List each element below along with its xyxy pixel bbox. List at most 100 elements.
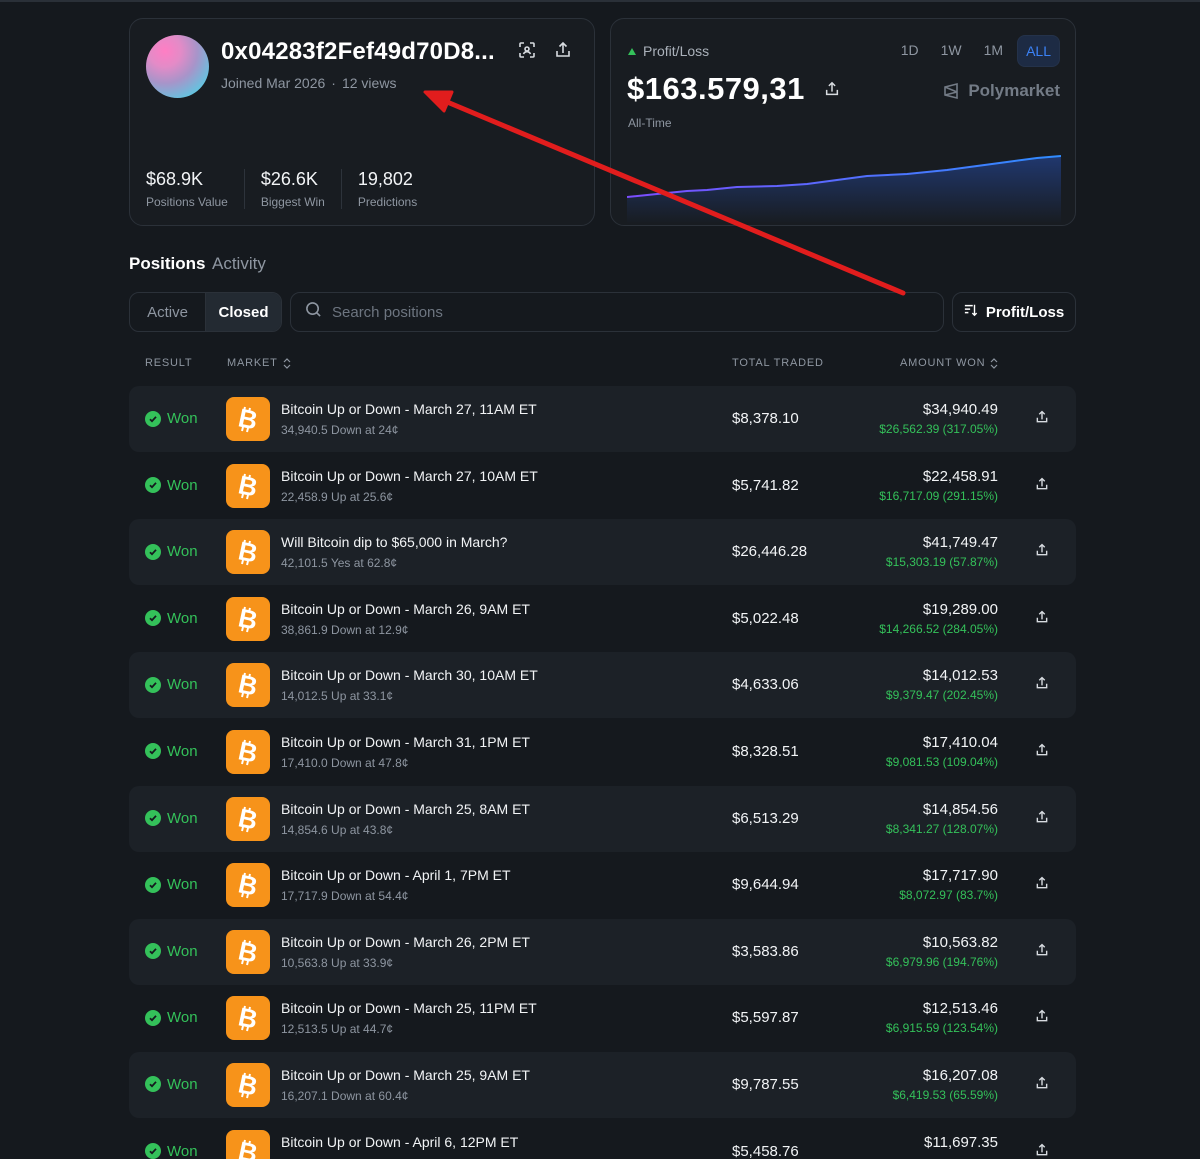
profit-amount: $9,081.53 (109.04%) bbox=[885, 754, 998, 769]
table-row[interactable]: Won B Bitcoin Up or Down - April 1, 7PM ET… bbox=[129, 852, 1076, 918]
total-traded: $9,644.94 bbox=[732, 876, 799, 894]
header-market[interactable]: MARKET bbox=[227, 357, 291, 369]
share-icon[interactable] bbox=[1035, 1009, 1053, 1027]
profit-amount: $6,419.53 (65.59%) bbox=[892, 1087, 998, 1102]
total-traded: $5,022.48 bbox=[732, 609, 799, 627]
share-icon[interactable] bbox=[1035, 1143, 1053, 1159]
sort-icon bbox=[964, 303, 978, 321]
table-row[interactable]: Won B Bitcoin Up or Down - March 27, 10AM … bbox=[129, 453, 1076, 519]
table-row[interactable]: Won B Bitcoin Up or Down - April 6, 12PM E… bbox=[129, 1119, 1076, 1159]
profit-loss-chart bbox=[627, 155, 1061, 224]
table-row[interactable]: Won B Bitcoin Up or Down - March 26, 2PM E… bbox=[129, 918, 1076, 985]
result-label: Won bbox=[167, 1142, 198, 1159]
search-icon bbox=[305, 301, 322, 323]
header-result-label: RESULT bbox=[145, 357, 193, 369]
range-all[interactable]: ALL bbox=[1017, 35, 1060, 67]
total-traded: $26,446.28 bbox=[732, 543, 808, 561]
filter-active[interactable]: Active bbox=[130, 293, 205, 331]
profit-amount: $9,379.47 (202.45%) bbox=[885, 688, 998, 703]
market-title[interactable]: Bitcoin Up or Down - March 25, 9AM ET bbox=[281, 1067, 530, 1083]
check-circle-icon bbox=[145, 477, 161, 494]
market-title[interactable]: Bitcoin Up or Down - March 25, 8AM ET bbox=[281, 801, 530, 817]
table-row[interactable]: Won B Bitcoin Up or Down - March 25, 8AM E… bbox=[129, 785, 1076, 852]
market-title[interactable]: Bitcoin Up or Down - March 31, 1PM ET bbox=[281, 734, 530, 750]
market-title[interactable]: Bitcoin Up or Down - April 1, 7PM ET bbox=[281, 867, 511, 883]
search-input[interactable] bbox=[332, 303, 892, 321]
share-icon[interactable] bbox=[554, 41, 574, 61]
market-title[interactable]: Bitcoin Up or Down - March 25, 11PM ET bbox=[281, 1000, 537, 1016]
result-label: Won bbox=[167, 809, 198, 827]
tab-positions[interactable]: Positions bbox=[129, 254, 206, 274]
check-circle-icon bbox=[145, 1009, 161, 1026]
table-row[interactable]: Won B Bitcoin Up or Down - March 31, 1PM E… bbox=[129, 719, 1076, 785]
header-amount-won[interactable]: AMOUNT WON bbox=[900, 357, 998, 369]
market-title[interactable]: Bitcoin Up or Down - April 6, 12PM ET bbox=[281, 1134, 518, 1150]
market-position: 42,101.5 Yes at 62.8¢ bbox=[281, 556, 398, 571]
table-row[interactable]: Won B Bitcoin Up or Down - March 30, 10AM … bbox=[129, 652, 1076, 719]
sort-profit-loss-button[interactable]: Profit/Loss bbox=[952, 292, 1076, 332]
share-icon[interactable] bbox=[1035, 1076, 1053, 1094]
amount-won: $16,207.08 bbox=[922, 1066, 998, 1084]
range-1d[interactable]: 1D bbox=[893, 35, 927, 67]
bitcoin-icon: B bbox=[226, 596, 270, 641]
market-title[interactable]: Will Bitcoin dip to $65,000 in March? bbox=[281, 534, 507, 550]
market-title[interactable]: Bitcoin Up or Down - March 26, 9AM ET bbox=[281, 601, 530, 617]
range-1m[interactable]: 1M bbox=[976, 35, 1011, 67]
sort-arrows-icon bbox=[283, 357, 291, 369]
share-icon[interactable] bbox=[1035, 810, 1053, 828]
polymarket-label: Polymarket bbox=[968, 81, 1060, 100]
avatar bbox=[146, 35, 209, 98]
result-badge: Won bbox=[145, 676, 198, 693]
amount-won: $17,717.90 bbox=[922, 867, 998, 885]
amount-won: $10,563.82 bbox=[922, 933, 998, 951]
range-1w[interactable]: 1W bbox=[933, 35, 970, 67]
share-icon[interactable] bbox=[1035, 610, 1053, 628]
market-title[interactable]: Bitcoin Up or Down - March 27, 11AM ET bbox=[281, 401, 537, 417]
share-icon[interactable] bbox=[1035, 943, 1053, 961]
bitcoin-icon: B bbox=[226, 463, 270, 508]
share-icon[interactable] bbox=[824, 81, 844, 101]
market-title[interactable]: Bitcoin Up or Down - March 30, 10AM ET bbox=[281, 667, 538, 683]
table-row[interactable]: Won B Bitcoin Up or Down - March 27, 11AM … bbox=[129, 386, 1076, 452]
filter-closed[interactable]: Closed bbox=[205, 293, 281, 331]
share-icon[interactable] bbox=[1035, 743, 1053, 761]
share-icon[interactable] bbox=[1035, 477, 1053, 495]
status-toggle: Active Closed bbox=[129, 292, 282, 332]
amount-won: $17,410.04 bbox=[922, 733, 998, 751]
table-row[interactable]: Won B Bitcoin Up or Down - March 25, 9AM E… bbox=[129, 1051, 1076, 1118]
share-icon[interactable] bbox=[1035, 410, 1053, 428]
tab-activity[interactable]: Activity bbox=[212, 254, 266, 274]
result-label: Won bbox=[167, 609, 198, 627]
share-icon[interactable] bbox=[1035, 543, 1053, 561]
check-circle-icon bbox=[145, 810, 161, 827]
check-circle-icon bbox=[145, 743, 161, 760]
market-position: 38,861.9 Down at 12.9¢ bbox=[281, 622, 409, 637]
amount-won: $12,513.46 bbox=[922, 1000, 998, 1018]
amount-won: $11,697.35 bbox=[924, 1133, 998, 1151]
table-row[interactable]: Won B Will Bitcoin dip to $65,000 in March… bbox=[129, 519, 1076, 586]
total-traded: $5,741.82 bbox=[732, 476, 799, 494]
stat-label: Predictions bbox=[357, 195, 418, 209]
share-icon[interactable] bbox=[1035, 676, 1053, 694]
header-amount-label: AMOUNT WON bbox=[900, 357, 986, 369]
polymarket-logo: Polymarket bbox=[942, 81, 1060, 101]
joined-info: Joined Mar 2026 · 12 views bbox=[221, 75, 397, 91]
table-row[interactable]: Won B Bitcoin Up or Down - March 26, 9AM E… bbox=[129, 586, 1076, 652]
stat-predictions: 19,802 Predictions bbox=[358, 169, 433, 209]
top-border bbox=[0, 0, 1200, 2]
profit-loss-label-text: Profit/Loss bbox=[643, 43, 710, 59]
scan-icon[interactable] bbox=[518, 41, 538, 61]
share-icon[interactable] bbox=[1035, 876, 1053, 894]
bitcoin-icon: B bbox=[226, 530, 270, 575]
result-label: Won bbox=[167, 942, 198, 960]
result-badge: Won bbox=[145, 1009, 198, 1026]
total-traded: $5,458.76 bbox=[732, 1142, 799, 1159]
profit-amount: $6,915.59 (123.54%) bbox=[885, 1021, 998, 1036]
table-row[interactable]: Won B Bitcoin Up or Down - March 25, 11PM … bbox=[129, 985, 1076, 1051]
amount-won: $34,940.49 bbox=[922, 401, 998, 418]
check-circle-icon bbox=[145, 676, 161, 693]
market-position: 17,717.9 Down at 54.4¢ bbox=[281, 889, 409, 904]
market-title[interactable]: Bitcoin Up or Down - March 27, 10AM ET bbox=[281, 468, 538, 484]
market-title[interactable]: Bitcoin Up or Down - March 26, 2PM ET bbox=[281, 934, 530, 950]
profit-loss-value: $163.579,31 bbox=[627, 71, 805, 106]
